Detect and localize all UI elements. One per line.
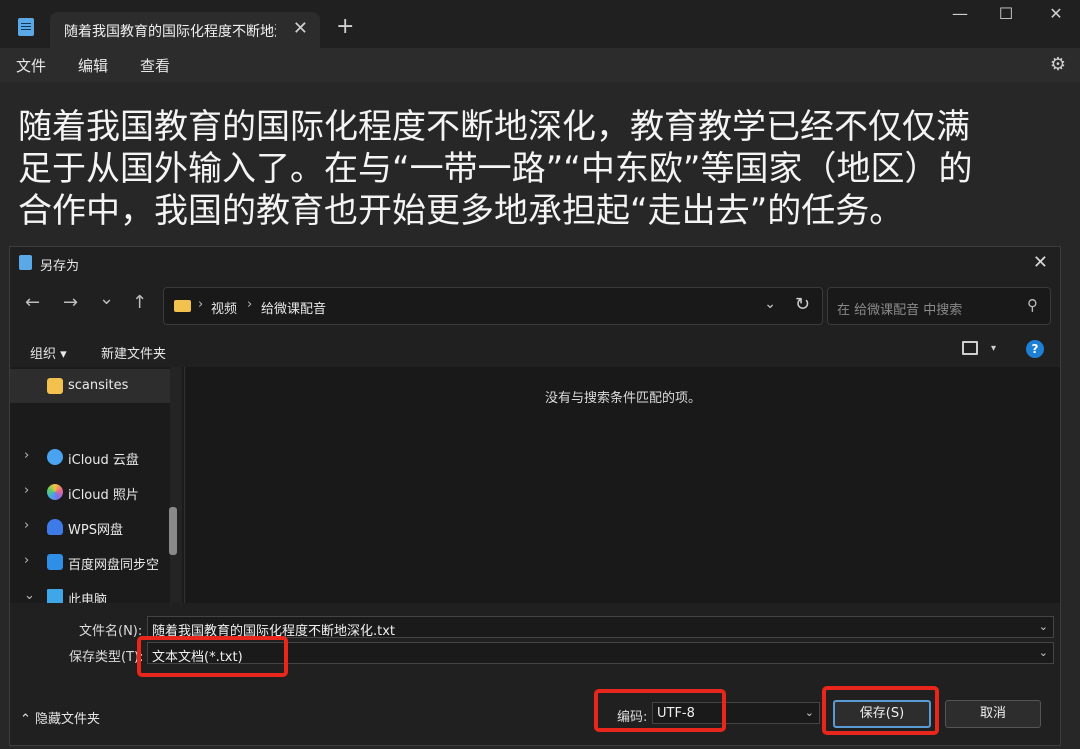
notepad-doc-icon xyxy=(19,255,32,270)
maximize-button[interactable]: ☐ xyxy=(986,4,1026,23)
breadcrumb-folder[interactable]: 给微课配音 xyxy=(261,298,326,317)
icloud-drive-icon xyxy=(47,449,63,465)
nav-item-label: 百度网盘同步空 xyxy=(68,558,160,573)
save-as-dialog: 另存为 ✕ ← → ⌄ ↑ › 视频 › 给微课配音 ⌄ ↻ 在 给微课配音 中… xyxy=(9,246,1061,746)
baidu-netdisk-icon xyxy=(47,554,63,570)
icloud-photos-icon xyxy=(47,484,63,500)
folder-icon xyxy=(47,378,63,394)
notepad-app-icon xyxy=(18,18,34,36)
notepad-menubar: 文件 编辑 查看 ⚙ xyxy=(0,48,1080,82)
nav-scrollbar-thumb[interactable] xyxy=(169,507,177,555)
filetype-label: 保存类型(T): xyxy=(69,650,144,665)
notepad-titlebar: 随着我国教育的国际化程度不断地深 ✕ + — ☐ ✕ xyxy=(0,0,1080,48)
nav-item-label: WPS网盘 xyxy=(68,523,123,538)
dialog-close-icon[interactable]: ✕ xyxy=(1033,252,1048,273)
encoding-label: 编码: xyxy=(617,710,648,725)
dialog-title: 另存为 xyxy=(40,259,80,274)
nav-item-icloud-photos[interactable]: › iCloud 照片 xyxy=(10,475,170,509)
forward-arrow-icon[interactable]: → xyxy=(63,292,78,313)
refresh-icon[interactable]: ↻ xyxy=(795,294,810,315)
filename-value: 随着我国教育的国际化程度不断地深化.txt xyxy=(152,624,396,639)
menu-file[interactable]: 文件 xyxy=(16,55,46,76)
view-mode-icon[interactable] xyxy=(962,341,978,355)
close-window-button[interactable]: ✕ xyxy=(1036,4,1076,23)
editor-line: 足于从国外输入了。在与“一带一路”“中东欧”等国家（地区）的 xyxy=(18,149,973,189)
nav-item-wps-drive[interactable]: › WPS网盘 xyxy=(10,510,170,544)
encoding-select[interactable]: UTF-8 ⌄ xyxy=(652,702,820,724)
pane-divider[interactable] xyxy=(184,367,185,603)
empty-results-message: 没有与搜索条件匹配的项。 xyxy=(544,391,701,406)
search-box[interactable]: 在 给微课配音 中搜索 ⚲ xyxy=(827,287,1051,325)
recent-locations-icon[interactable]: ⌄ xyxy=(99,288,114,309)
nav-item-scansites[interactable]: scansites xyxy=(10,369,170,403)
chevron-right-icon[interactable]: › xyxy=(24,518,29,533)
chevron-right-icon: › xyxy=(247,297,253,312)
navigation-pane: scansites › iCloud 云盘 › iCloud 照片 › WPS网… xyxy=(10,367,188,603)
search-placeholder: 在 给微课配音 中搜索 xyxy=(837,303,963,318)
tab-close-icon[interactable]: ✕ xyxy=(293,18,308,39)
minimize-button[interactable]: — xyxy=(940,4,980,23)
computer-icon xyxy=(47,589,63,603)
menu-edit[interactable]: 编辑 xyxy=(78,55,108,76)
nav-item-label: scansites xyxy=(68,378,129,393)
tab-title: 随着我国教育的国际化程度不断地深 xyxy=(64,24,276,40)
chevron-right-icon[interactable]: › xyxy=(24,553,29,568)
new-tab-button[interactable]: + xyxy=(336,14,354,39)
wps-cloud-icon xyxy=(47,519,63,535)
editor-line: 随着我国教育的国际化程度不断地深化，教育教学已经不仅仅满 xyxy=(18,107,970,147)
filetype-value: 文本文档(*.txt) xyxy=(152,650,243,665)
nav-item-icloud-drive[interactable]: › iCloud 云盘 xyxy=(10,440,170,474)
filetype-select[interactable]: 文本文档(*.txt) ⌄ xyxy=(147,642,1054,665)
breadcrumb-videos[interactable]: 视频 xyxy=(211,298,237,317)
cancel-button[interactable]: 取消 xyxy=(945,700,1041,728)
address-dropdown-icon[interactable]: ⌄ xyxy=(764,296,776,312)
filename-label: 文件名(N): xyxy=(79,624,143,639)
menu-view[interactable]: 查看 xyxy=(140,55,170,76)
search-icon[interactable]: ⚲ xyxy=(1027,296,1038,314)
new-folder-button[interactable]: 新建文件夹 xyxy=(101,343,166,362)
help-icon[interactable]: ? xyxy=(1026,340,1044,358)
filename-input[interactable]: 随着我国教育的国际化程度不断地深化.txt ⌄ xyxy=(147,616,1054,639)
chevron-right-icon[interactable]: › xyxy=(24,448,29,463)
nav-item-this-pc[interactable]: ⌄ 此电脑 xyxy=(10,580,170,603)
nav-item-baidu-sync[interactable]: › 百度网盘同步空 xyxy=(10,545,170,579)
notepad-tab[interactable]: 随着我国教育的国际化程度不断地深 ✕ xyxy=(50,12,320,48)
chevron-down-icon[interactable]: ⌄ xyxy=(24,588,35,603)
chevron-right-icon: › xyxy=(198,297,204,312)
chevron-down-icon[interactable]: ⌄ xyxy=(805,706,814,719)
nav-item-label: 此电脑 xyxy=(68,593,108,603)
chevron-down-icon[interactable]: ⌄ xyxy=(1039,646,1048,659)
nav-item-label: iCloud 云盘 xyxy=(68,453,139,468)
settings-icon[interactable]: ⚙ xyxy=(1050,54,1066,75)
address-bar[interactable]: › 视频 › 给微课配音 ⌄ ↻ xyxy=(163,287,823,325)
editor-line: 合作中，我国的教育也开始更多地承担起“走出去”的任务。 xyxy=(18,191,904,231)
back-arrow-icon[interactable]: ← xyxy=(25,292,40,313)
encoding-value: UTF-8 xyxy=(657,706,695,721)
dialog-titlebar: 另存为 ✕ xyxy=(10,247,1060,279)
chevron-right-icon[interactable]: › xyxy=(24,483,29,498)
command-bar: 组织 ▾ 新建文件夹 ▾ ? xyxy=(10,335,1060,367)
folder-icon xyxy=(174,300,191,312)
up-arrow-icon[interactable]: ↑ xyxy=(132,292,147,313)
nav-item-label: iCloud 照片 xyxy=(68,488,139,503)
file-list-area[interactable]: 没有与搜索条件匹配的项。 xyxy=(186,367,1060,603)
hide-folders-toggle[interactable]: ⌃ 隐藏文件夹 xyxy=(20,708,100,727)
save-button[interactable]: 保存(S) xyxy=(833,700,931,728)
nav-scrollbar-track[interactable] xyxy=(170,367,182,603)
chevron-down-icon[interactable]: ⌄ xyxy=(1039,620,1048,633)
organize-menu[interactable]: 组织 ▾ xyxy=(30,343,67,362)
view-dropdown-icon[interactable]: ▾ xyxy=(991,343,996,354)
editor-text[interactable]: 随着我国教育的国际化程度不断地深化，教育教学已经不仅仅满 足于从国外输入了。在与“… xyxy=(18,106,1080,232)
